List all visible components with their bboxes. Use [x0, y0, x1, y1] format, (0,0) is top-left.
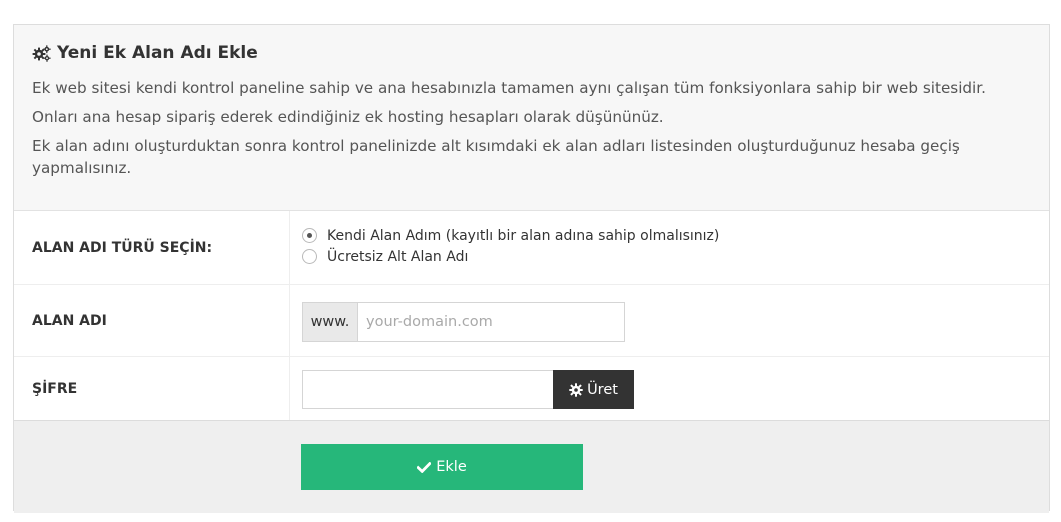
- password-label: ŞİFRE: [14, 357, 290, 420]
- gears-icon: [32, 44, 51, 62]
- form-footer: Ekle: [14, 421, 1049, 513]
- radio-free-subdomain[interactable]: Ücretsiz Alt Alan Adı: [302, 249, 719, 265]
- add-domain-panel: Yeni Ek Alan Adı Ekle Ek web sitesi kend…: [13, 24, 1050, 513]
- radio-unselected-icon[interactable]: [302, 249, 317, 264]
- domain-label: ALAN ADI: [14, 285, 290, 356]
- www-prefix: www.: [303, 302, 358, 341]
- domain-input[interactable]: [358, 302, 624, 341]
- domain-type-radio-group: Kendi Alan Adım (kayıtlı bir alan adına …: [302, 228, 719, 265]
- panel-title-text: Yeni Ek Alan Adı Ekle: [57, 43, 258, 63]
- check-icon: [417, 461, 432, 473]
- add-domain-label: Ekle: [436, 459, 467, 475]
- description-line: Ek web sitesi kendi kontrol paneline sah…: [32, 79, 986, 97]
- password-input-group: Üret: [302, 370, 634, 409]
- domain-input-group: www.: [302, 301, 625, 342]
- domain-row: ALAN ADI www.: [14, 285, 1049, 357]
- description-line: Onları ana hesap sipariş ederek edindiği…: [32, 108, 664, 126]
- radio-selected-icon[interactable]: [302, 228, 317, 243]
- description-line: Ek alan adını oluşturduktan sonra kontro…: [32, 137, 960, 177]
- generate-password-button[interactable]: Üret: [553, 370, 634, 409]
- add-domain-button[interactable]: Ekle: [301, 444, 583, 490]
- gear-icon: [569, 382, 583, 397]
- panel-title: Yeni Ek Alan Adı Ekle: [32, 43, 1031, 63]
- domain-type-row: ALAN ADI TÜRÜ SEÇİN: Kendi Alan Adım (ka…: [14, 211, 1049, 285]
- password-row: ŞİFRE Üret: [14, 357, 1049, 421]
- panel-description: Ek web sitesi kendi kontrol paneline sah…: [32, 77, 1031, 179]
- password-input[interactable]: [302, 370, 553, 409]
- generate-password-label: Üret: [587, 381, 618, 398]
- radio-own-domain[interactable]: Kendi Alan Adım (kayıtlı bir alan adına …: [302, 228, 719, 244]
- radio-own-domain-label: Kendi Alan Adım (kayıtlı bir alan adına …: [327, 227, 720, 244]
- panel-header: Yeni Ek Alan Adı Ekle Ek web sitesi kend…: [14, 25, 1049, 211]
- radio-free-subdomain-label: Ücretsiz Alt Alan Adı: [327, 248, 469, 265]
- domain-type-label: ALAN ADI TÜRÜ SEÇİN:: [14, 211, 290, 284]
